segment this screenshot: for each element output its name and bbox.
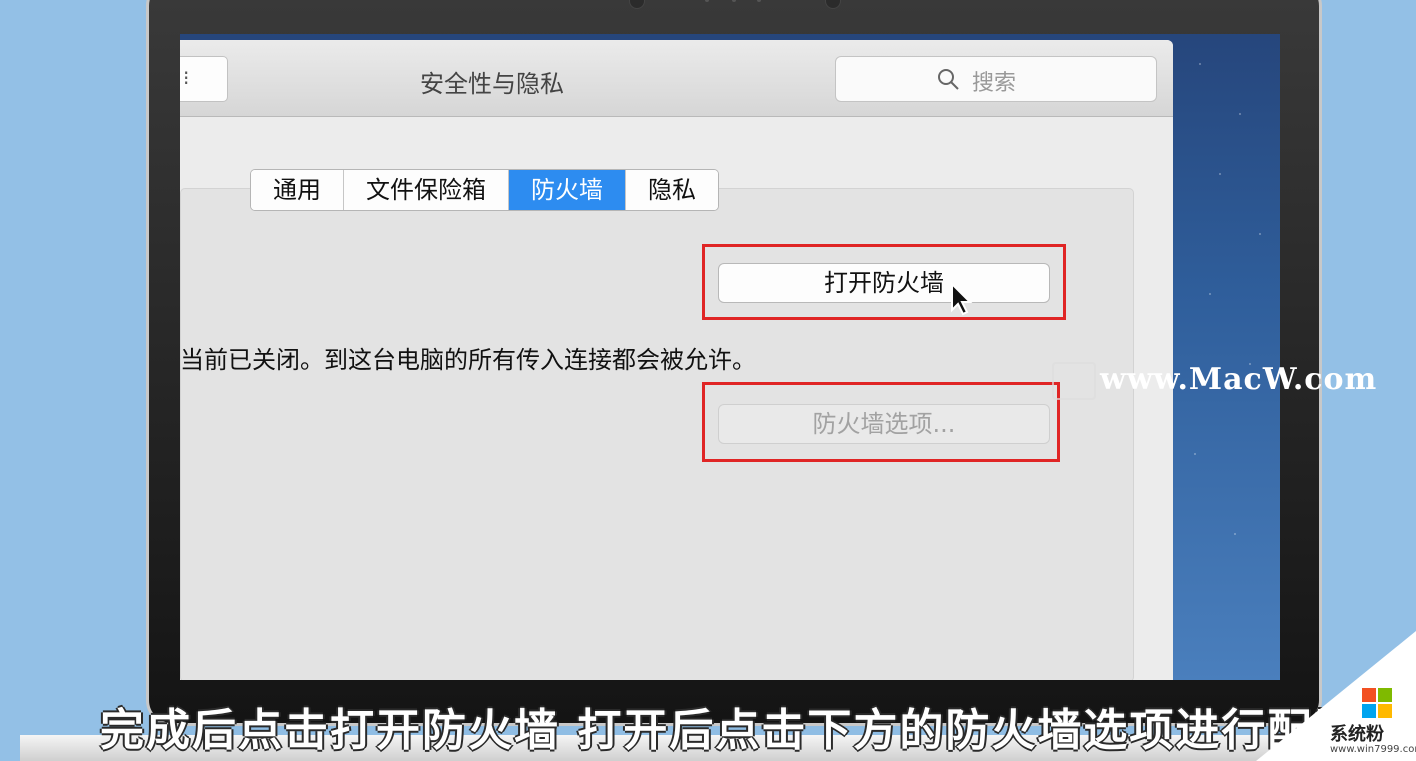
watermark-text: www.MacW.com bbox=[1100, 362, 1378, 397]
tab-bar: 通用 文件保险箱 防火墙 隐私 bbox=[250, 169, 719, 211]
preferences-window: ⁝ 安全性与隐私 搜索 通用 文件保险箱 防火墙 隐私 打开防火墙 当前已关闭。… bbox=[180, 40, 1173, 680]
sensor-dot bbox=[705, 0, 709, 2]
brand-url: www.win7999.com bbox=[1330, 744, 1416, 755]
tab-privacy[interactable]: 隐私 bbox=[626, 170, 718, 210]
screen: ⁝ 安全性与隐私 搜索 通用 文件保险箱 防火墙 隐私 打开防火墙 当前已关闭。… bbox=[180, 34, 1280, 680]
search-placeholder: 搜索 bbox=[972, 71, 1017, 96]
search-icon bbox=[938, 69, 959, 90]
video-subtitle: 完成后点击打开防火墙 打开后点击下方的防火墙选项进行配置 bbox=[100, 705, 1360, 756]
brand-name: 系统粉 bbox=[1330, 724, 1384, 745]
tab-general[interactable]: 通用 bbox=[251, 170, 344, 210]
title-bar: ⁝ 安全性与隐私 搜索 bbox=[180, 40, 1173, 117]
tab-firewall[interactable]: 防火墙 bbox=[509, 170, 626, 210]
mouse-cursor-icon bbox=[951, 282, 973, 316]
camera-icon bbox=[825, 0, 841, 9]
search-input[interactable]: 搜索 bbox=[835, 56, 1157, 102]
windows-logo-icon bbox=[1362, 688, 1392, 718]
background-left bbox=[0, 0, 160, 761]
watermark-logo-icon bbox=[1052, 362, 1096, 400]
window-title: 安全性与隐私 bbox=[420, 70, 564, 98]
sensor-dot bbox=[757, 0, 761, 2]
camera-icon bbox=[629, 0, 645, 9]
tab-filevault[interactable]: 文件保险箱 bbox=[344, 170, 509, 210]
firewall-status-text: 当前已关闭。到这台电脑的所有传入连接都会被允许。 bbox=[180, 346, 756, 374]
highlight-box-turn-on bbox=[702, 244, 1066, 320]
grid-icon: ⁝ bbox=[183, 66, 190, 90]
desktop-wallpaper bbox=[1180, 34, 1280, 680]
sensor-dot bbox=[732, 0, 736, 2]
highlight-box-options bbox=[702, 382, 1060, 462]
show-all-button[interactable]: ⁝ bbox=[180, 56, 228, 102]
